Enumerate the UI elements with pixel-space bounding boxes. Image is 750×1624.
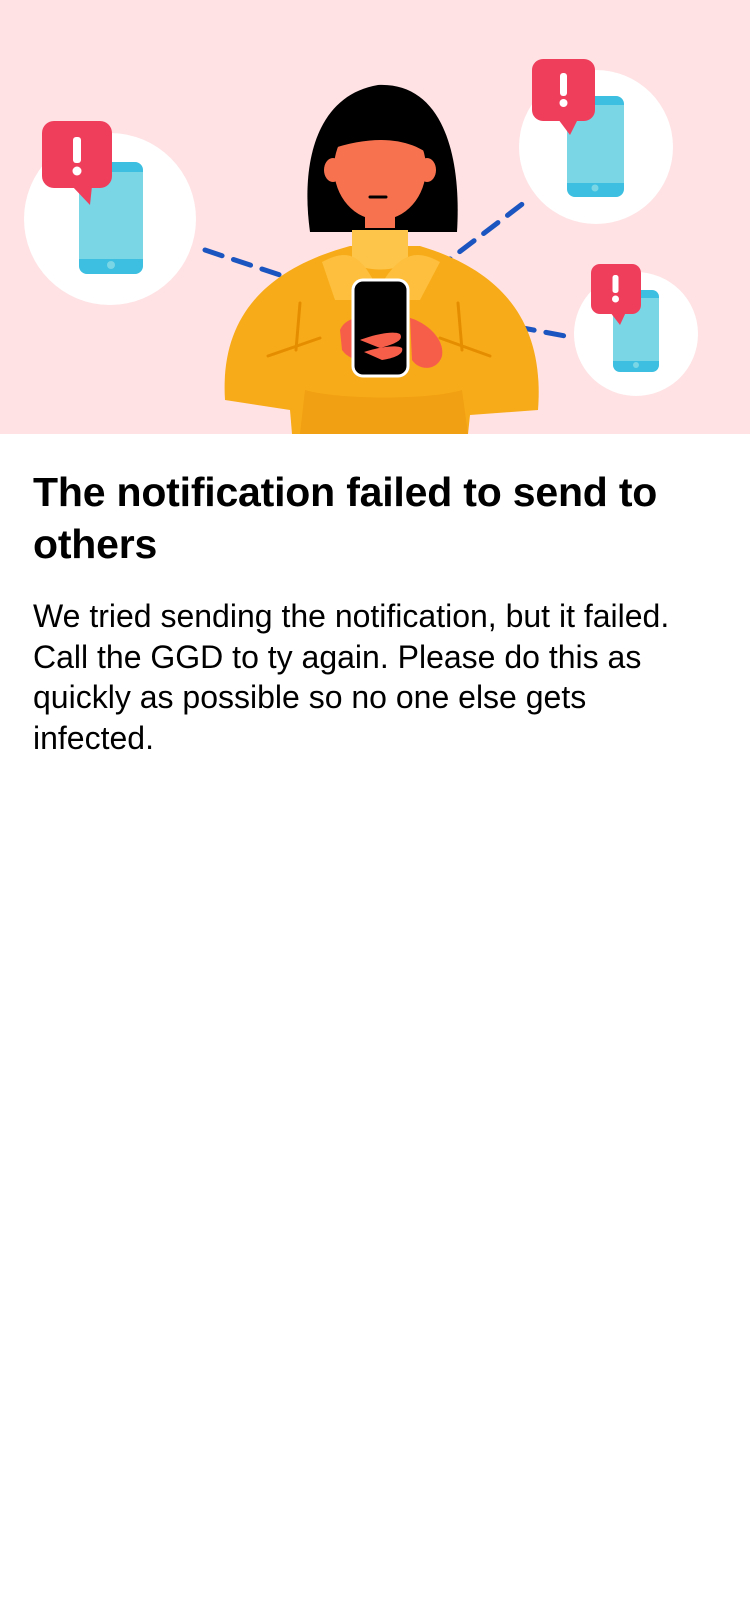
hero-illustration (0, 0, 750, 434)
content-section: The notification failed to send to other… (33, 466, 703, 758)
phone-alert-icon (519, 59, 673, 224)
phone-alert-icon (574, 264, 698, 396)
phone-alert-icon (24, 121, 196, 305)
body-text: We tried sending the notification, but i… (33, 598, 670, 756)
page-title: The notification failed to send to other… (33, 469, 658, 567)
person-figure (224, 84, 539, 434)
